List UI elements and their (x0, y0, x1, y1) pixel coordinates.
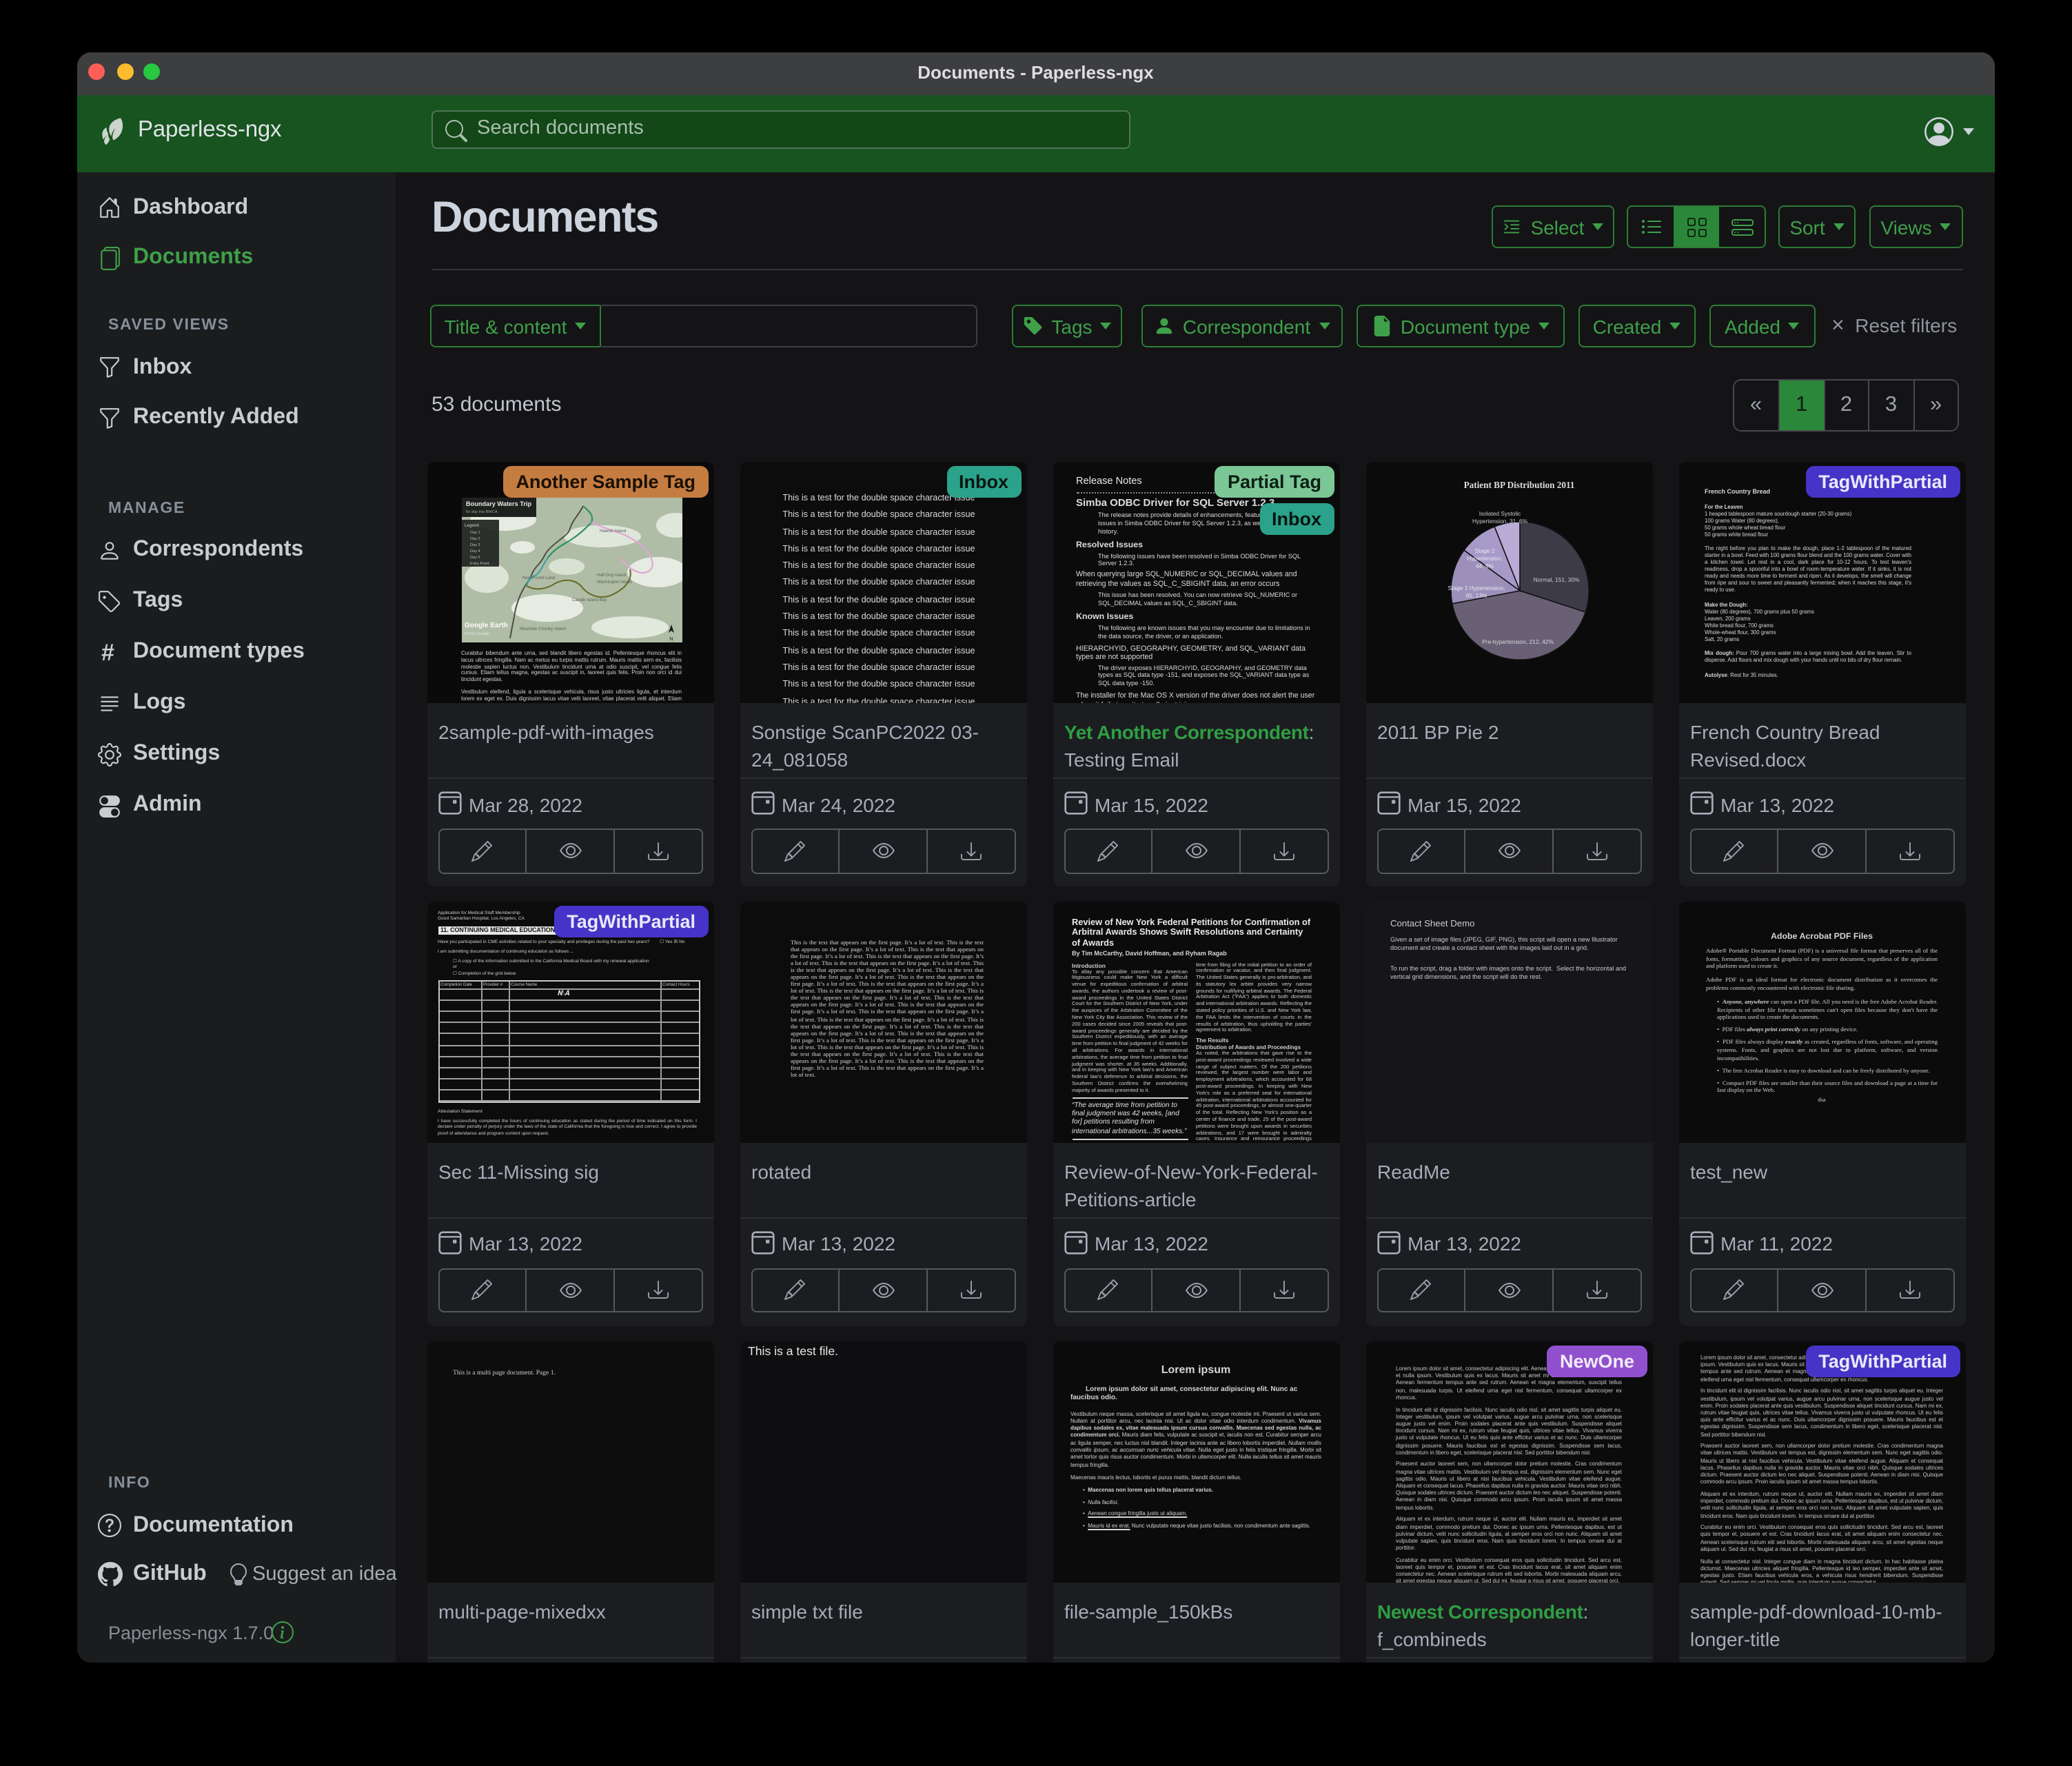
svg-text:Mountain Charley Island: Mountain Charley Island (519, 627, 565, 631)
svg-text:©2022 Google: ©2022 Google (464, 631, 489, 636)
svg-text:Hawick Island: Hawick Island (599, 529, 626, 534)
svg-text:44, 9%: 44, 9% (1475, 562, 1494, 569)
svg-text:Stage 1 Hypertension,: Stage 1 Hypertension, (1448, 585, 1505, 591)
svg-text:6x day trip BWCA: 6x day trip BWCA (465, 510, 497, 514)
svg-text:Day 4: Day 4 (469, 549, 480, 554)
svg-text:Hypertension,: Hypertension, (1466, 555, 1502, 562)
svg-text:Entry Point: Entry Point (469, 562, 489, 566)
svg-text:Half Dog Island: Half Dog Island (596, 573, 626, 578)
svg-text:Hypertension, 31, 6%: Hypertension, 31, 6% (1472, 518, 1527, 525)
svg-text:Patient BP Distribution 2011: Patient BP Distribution 2011 (1463, 480, 1574, 490)
svg-text:Normal, 151, 30%: Normal, 151, 30% (1532, 576, 1579, 583)
svg-text:65, 13%: 65, 13% (1465, 592, 1487, 599)
svg-text:Candle Island Bay: Candle Island Bay (571, 598, 607, 602)
svg-text:Washington Island: Washington Island (596, 580, 631, 585)
svg-text:Boundary Waters Trip: Boundary Waters Trip (465, 500, 531, 507)
svg-text:Pre-hypertension, 212, 42%: Pre-hypertension, 212, 42% (1481, 638, 1553, 645)
svg-text:N: N (669, 636, 672, 642)
svg-text:Stage 2: Stage 2 (1474, 547, 1494, 554)
svg-text:Day 3: Day 3 (469, 543, 480, 547)
svg-text:Isolated Systolic: Isolated Systolic (1479, 510, 1521, 517)
svg-text:Day 2: Day 2 (469, 537, 480, 541)
svg-text:Legend: Legend (464, 523, 478, 528)
svg-text:Google Earth: Google Earth (464, 622, 507, 629)
svg-text:New Found Land: New Found Land (522, 576, 555, 580)
svg-text:Day 5: Day 5 (469, 556, 480, 560)
svg-text:Day 1: Day 1 (469, 531, 480, 535)
